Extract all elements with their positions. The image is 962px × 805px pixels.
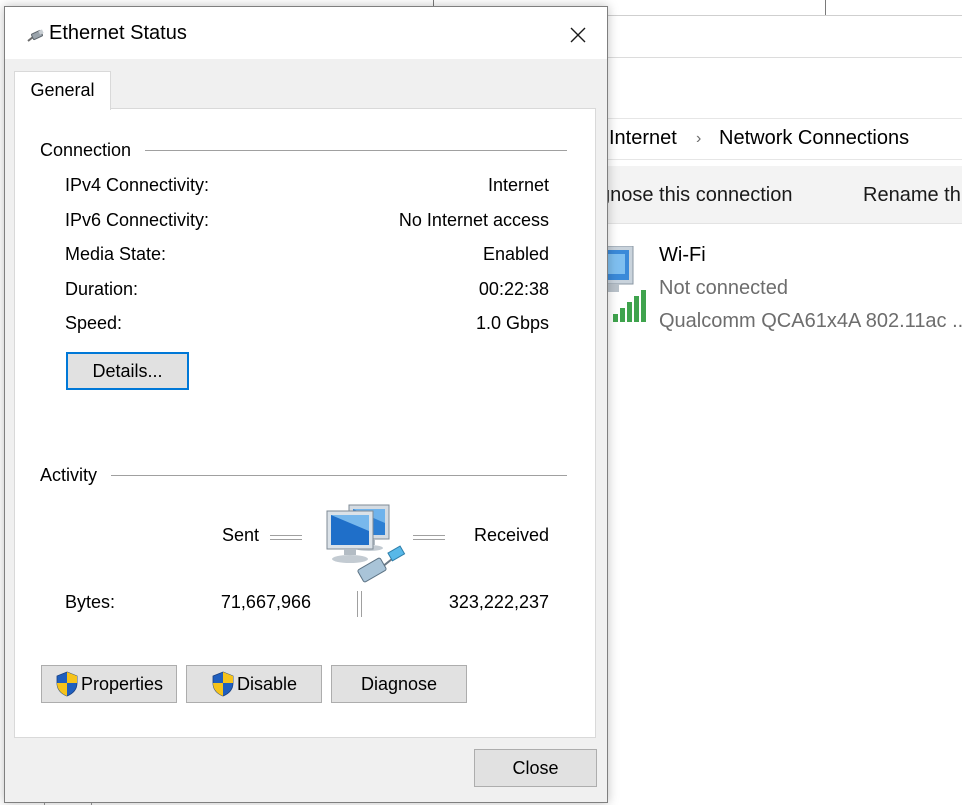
ethernet-cable-icon — [27, 29, 44, 42]
tab-general[interactable]: General — [14, 71, 111, 110]
bytes-divider — [357, 591, 362, 617]
sent-label: Sent — [222, 525, 260, 545]
ipv6-connectivity-label: IPv6 Connectivity: — [65, 210, 210, 230]
close-button[interactable]: Close — [474, 749, 597, 787]
breadcrumb: Internet › Network Connections — [607, 118, 962, 160]
bytes-received-value: 323,222,237 — [448, 592, 549, 612]
disable-button[interactable]: Disable — [186, 665, 322, 703]
connection-name: Wi-Fi — [659, 244, 706, 266]
bytes-sent-value: 71,667,966 — [220, 592, 311, 612]
properties-button-label: Properties — [80, 673, 164, 694]
title-bar[interactable]: Ethernet Status — [5, 7, 607, 59]
diagnose-connection-command[interactable]: gnose this connection — [607, 184, 792, 207]
details-button[interactable]: Details... — [66, 352, 189, 390]
ethernet-status-dialog: Ethernet Status General Connection IPv4 … — [4, 6, 608, 803]
speed-label: Speed: — [65, 313, 123, 333]
connection-group-label: Connection — [40, 140, 132, 161]
breadcrumb-item-internet[interactable]: Internet — [609, 127, 677, 150]
connection-status: Not connected — [659, 277, 788, 299]
breadcrumb-chevron-icon: › — [696, 130, 702, 147]
duration-value: 00:22:38 — [478, 279, 549, 299]
wifi-connection-item[interactable]: Wi-Fi Not connected Qualcomm QCA61x4A 80… — [607, 236, 962, 346]
duration-label: Duration: — [65, 279, 139, 299]
connection-adapter: Qualcomm QCA61x4A 802.11ac ... — [659, 310, 962, 332]
properties-button[interactable]: Properties — [41, 665, 177, 703]
ipv6-connectivity-value: No Internet access — [398, 210, 549, 230]
connection-group-divider — [145, 150, 567, 151]
network-computers-icon — [326, 504, 406, 583]
speed-value: 1.0 Gbps — [475, 313, 549, 333]
received-indicator-line — [413, 535, 445, 540]
sent-indicator-line — [270, 535, 302, 540]
rename-connection-command[interactable]: Rename th — [863, 184, 961, 207]
general-tab-panel: Connection IPv4 Connectivity: Internet I… — [14, 108, 596, 738]
ipv4-connectivity-value: Internet — [487, 175, 549, 195]
ipv4-connectivity-label: IPv4 Connectivity: — [65, 175, 210, 195]
bytes-label: Bytes: — [65, 592, 116, 612]
uac-shield-icon — [212, 671, 234, 697]
dialog-title: Ethernet Status — [49, 22, 187, 44]
activity-group-divider — [111, 475, 567, 476]
uac-shield-icon — [56, 671, 78, 697]
activity-group-label: Activity — [40, 465, 98, 486]
command-bar: gnose this connection Rename th — [607, 166, 962, 224]
diagnose-button[interactable]: Diagnose — [331, 665, 467, 703]
title-close-button[interactable] — [557, 19, 599, 51]
disable-button-label: Disable — [236, 673, 298, 694]
breadcrumb-item-network-connections[interactable]: Network Connections — [719, 127, 909, 150]
media-state-value: Enabled — [482, 244, 549, 264]
received-label: Received — [473, 525, 549, 545]
background-address-divider — [607, 57, 962, 58]
wifi-adapter-icon — [607, 246, 646, 322]
close-icon — [570, 27, 586, 43]
media-state-label: Media State: — [65, 244, 167, 264]
